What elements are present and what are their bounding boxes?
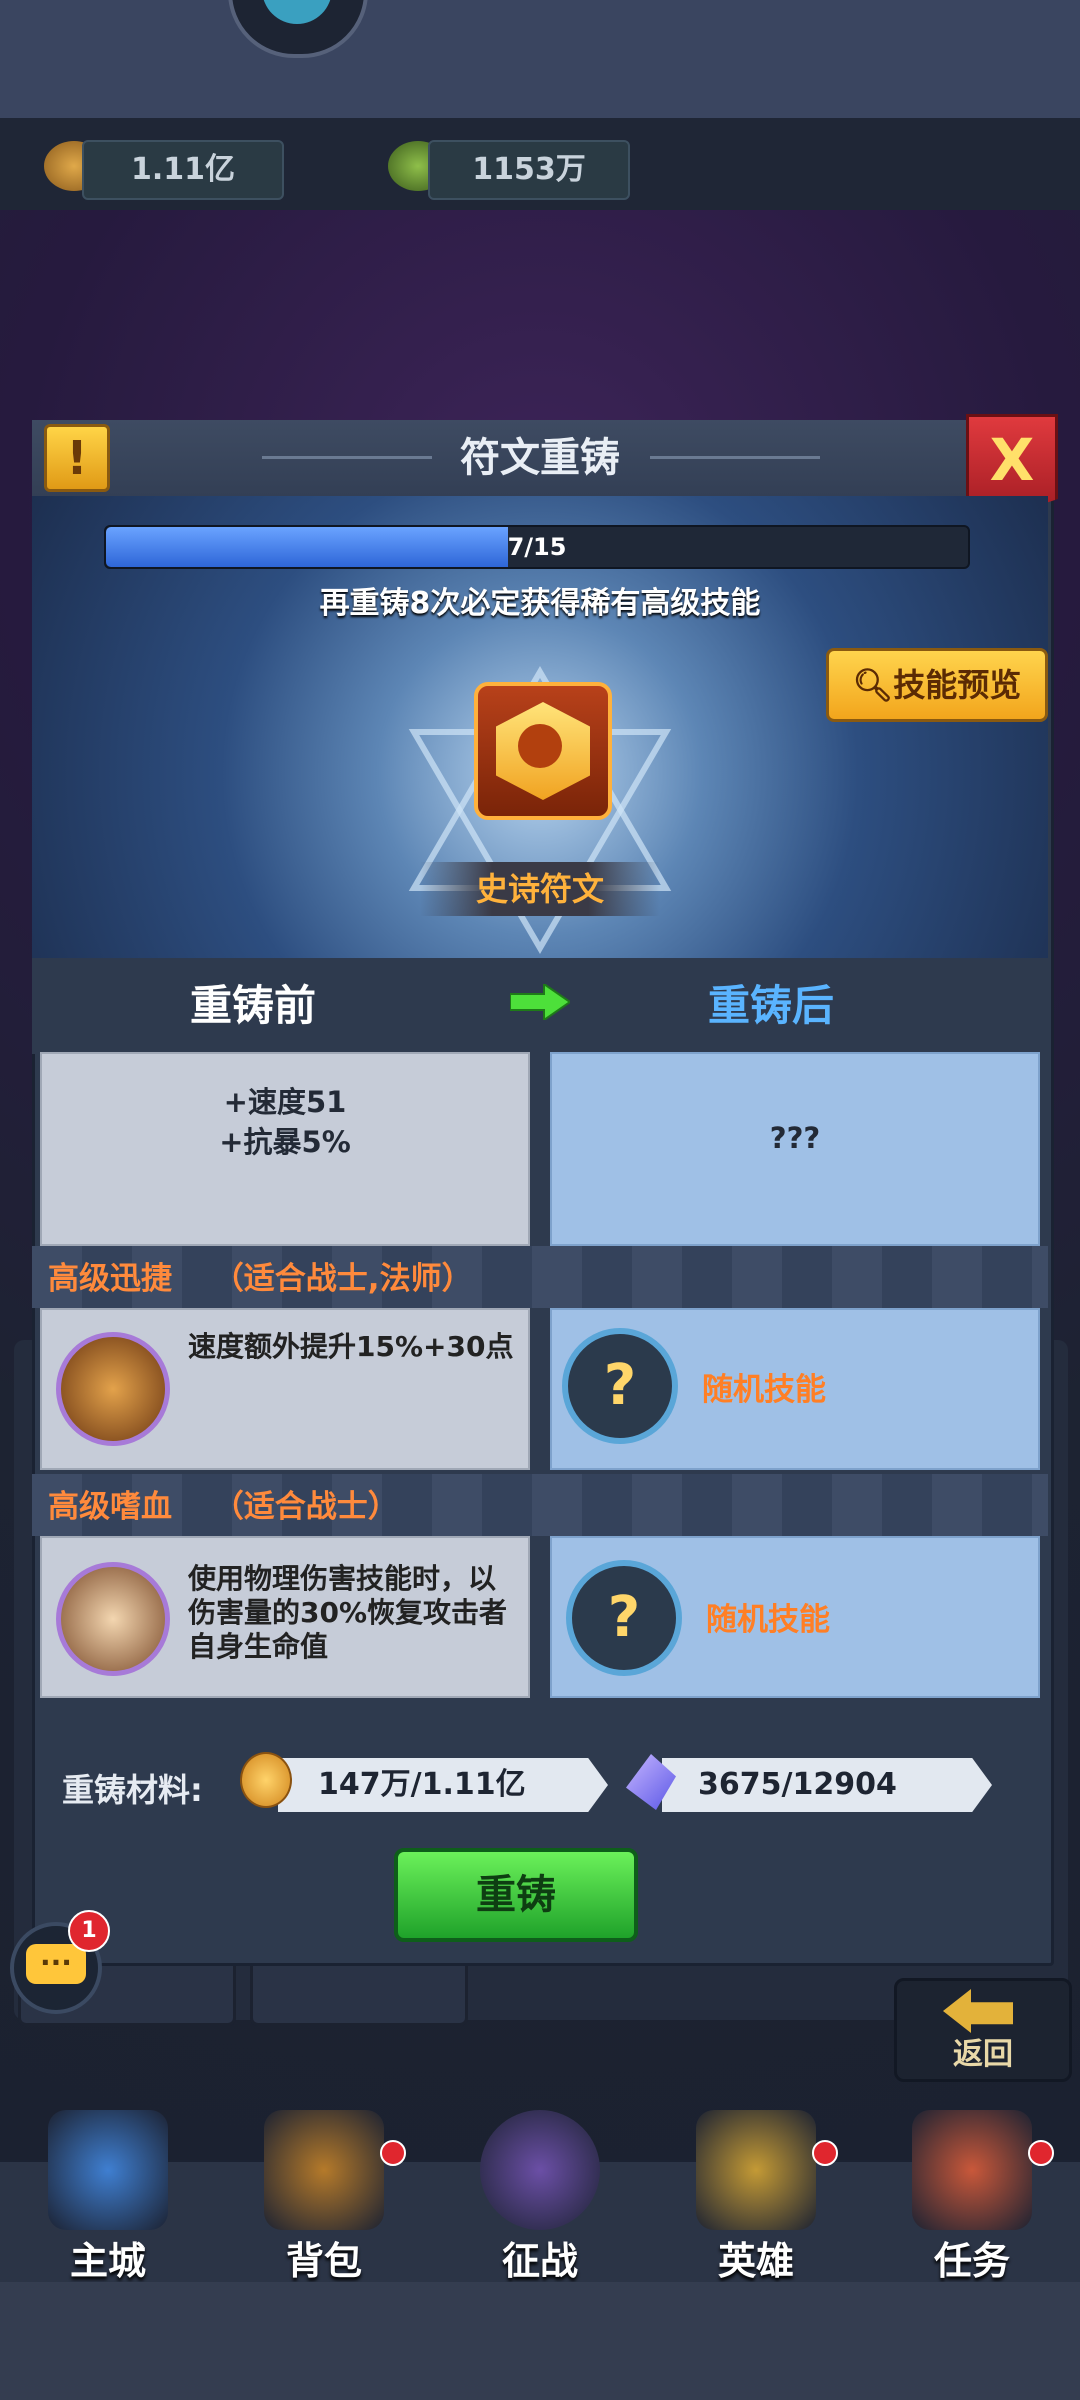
return-button[interactable]: 返回: [894, 1978, 1072, 2082]
after-skill-2-random: 随机技能: [706, 1602, 830, 1638]
after-stats-box: ???: [550, 1052, 1040, 1246]
nav-label: 背包: [285, 2239, 362, 2283]
after-skill-1-random: 随机技能: [702, 1372, 826, 1408]
nav-label: 英雄: [717, 2239, 794, 2283]
before-skill-1-box: 速度额外提升15%+30点: [40, 1308, 530, 1470]
skill-preview-label: 技能预览: [893, 666, 1022, 704]
nav-campaign[interactable]: 征战: [432, 2110, 648, 2290]
castle-icon: [48, 2110, 168, 2230]
info-icon[interactable]: !: [44, 424, 110, 492]
notification-dot: [1028, 2140, 1054, 2166]
nav-label: 任务: [933, 2239, 1010, 2283]
nav-quests[interactable]: 任务: [864, 2110, 1080, 2290]
epic-rune-icon[interactable]: [474, 682, 612, 820]
skill-2-desc: 使用物理伤害技能时，以伤害量的30%恢复攻击者自身生命值: [188, 1562, 508, 1663]
skill-1-heading: 高级迅捷 （适合战士,法师）: [48, 1248, 473, 1310]
after-title: 重铸后: [708, 981, 835, 1030]
guarantee-hint: 再重铸8次必定获得稀有高级技能: [319, 586, 761, 621]
skill-2-suit: （适合战士）: [212, 1489, 399, 1525]
nav-backpack[interactable]: 背包: [216, 2110, 432, 2290]
materials-label: 重铸材料:: [62, 1771, 203, 1809]
skill-1-suit: （适合战士,法师）: [212, 1261, 473, 1297]
chest-icon: [264, 2110, 384, 2230]
skill-2-heading: 高级嗜血 （适合战士）: [48, 1476, 399, 1538]
arrow-right-icon: [510, 984, 570, 1020]
nav-label: 主城: [69, 2239, 146, 2283]
after-stats-unknown: ???: [769, 1121, 821, 1155]
back-arrow-icon: [943, 1989, 1013, 2033]
rune-name: 史诗符文: [420, 862, 660, 916]
dialog-title: 符文重铸: [460, 435, 620, 481]
material-gold-cost: 147万/1.11亿: [278, 1758, 608, 1812]
skill-2-name: 高级嗜血: [48, 1489, 172, 1525]
notification-dot: [380, 2140, 406, 2166]
skill-1-desc: 速度额外提升15%+30点: [188, 1330, 514, 1363]
notification-dot: [812, 2140, 838, 2166]
before-stat-antiburst: +抗暴5%: [219, 1125, 351, 1159]
nav-label: 征战: [501, 2239, 578, 2283]
before-stat-speed: +速度51: [223, 1085, 347, 1119]
bloodthirst-icon[interactable]: [56, 1562, 170, 1676]
material-crystal-cost: 3675/12904: [662, 1758, 992, 1812]
question-icon[interactable]: ?: [562, 1328, 678, 1444]
after-skill-2-box: ? 随机技能: [550, 1536, 1040, 1698]
system-bar: [0, 2282, 1080, 2400]
skill-1-name: 高级迅捷: [48, 1261, 172, 1297]
swift-boot-icon[interactable]: [56, 1332, 170, 1446]
return-label: 返回: [953, 2037, 1013, 2072]
nav-main-city[interactable]: 主城: [0, 2110, 216, 2290]
progress-text: 7/15: [507, 533, 567, 561]
skill-preview-button[interactable]: 🔍︎技能预览: [826, 648, 1048, 722]
search-icon: 🔍︎: [852, 666, 894, 704]
coin-icon: [240, 1752, 292, 1808]
before-title: 重铸前: [190, 981, 317, 1030]
after-skill-1-box: ? 随机技能: [550, 1308, 1040, 1470]
helmet-icon: [696, 2110, 816, 2230]
before-skill-2-box: 使用物理伤害技能时，以伤害量的30%恢复攻击者自身生命值: [40, 1536, 530, 1698]
gold-amount: 1.11亿: [82, 140, 284, 200]
question-icon[interactable]: ?: [566, 1560, 682, 1676]
chat-badge: 1: [68, 1910, 110, 1952]
recast-progress-bar: 7/15: [104, 525, 970, 569]
ore-amount: 1153万: [428, 140, 630, 200]
portal-icon: [480, 2110, 600, 2230]
top-bar: [0, 0, 1080, 120]
chat-icon: ···: [40, 1946, 72, 1979]
nav-heroes[interactable]: 英雄: [648, 2110, 864, 2290]
scroll-icon: [912, 2110, 1032, 2230]
recast-button[interactable]: 重铸: [394, 1848, 638, 1942]
before-stats-box: +速度51 +抗暴5%: [40, 1052, 530, 1246]
